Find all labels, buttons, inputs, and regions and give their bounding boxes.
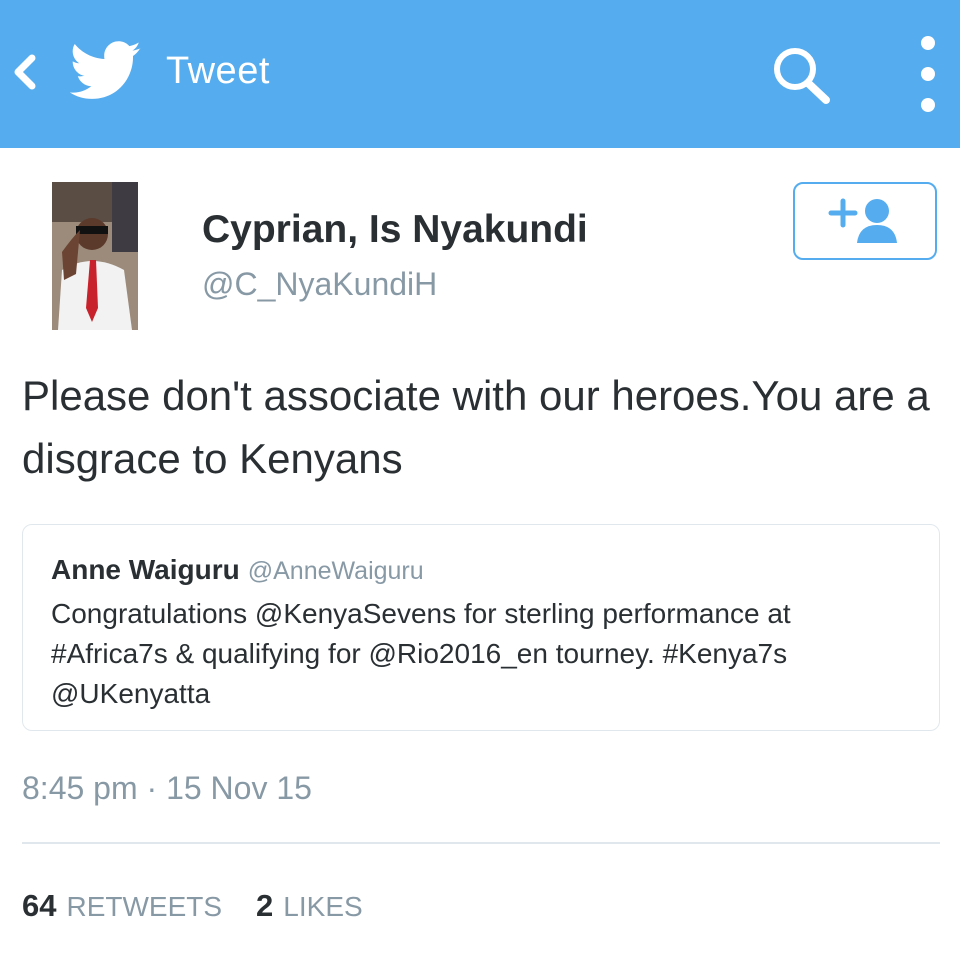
- more-options-button[interactable]: [910, 36, 946, 112]
- engagement-stats: 64 RETWEETS 2 LIKES: [22, 888, 363, 924]
- author-name[interactable]: Cyprian, Is Nyakundi: [202, 208, 588, 252]
- add-user-icon: [828, 198, 897, 243]
- search-icon: [774, 48, 830, 104]
- quoted-author-handle: @AnneWaiguru: [247, 557, 424, 585]
- author-handle[interactable]: @C_NyaKundiH: [202, 266, 437, 303]
- divider: [22, 842, 940, 844]
- retweets-stat[interactable]: 64 RETWEETS: [22, 888, 222, 924]
- quoted-tweet-card[interactable]: Anne Waiguru @AnneWaiguru Congratulations…: [22, 524, 940, 731]
- chevron-left-icon: [14, 54, 36, 90]
- likes-stat[interactable]: 2 LIKES: [256, 888, 363, 924]
- follow-button[interactable]: [793, 182, 937, 260]
- likes-label: LIKES: [283, 891, 363, 922]
- page-title: Tweet: [166, 50, 270, 92]
- tweet-text: Please don't associate with our heroes.Y…: [22, 372, 930, 482]
- top-app-bar: Tweet: [0, 0, 960, 148]
- back-button[interactable]: [6, 50, 42, 94]
- search-button[interactable]: [770, 44, 834, 106]
- avatar-photo: [52, 182, 138, 330]
- twitter-bird-icon: [70, 41, 141, 99]
- avatar[interactable]: [52, 182, 138, 330]
- tweet-timestamp: 8:45 pm · 15 Nov 15: [22, 770, 312, 806]
- likes-count: 2: [256, 888, 274, 923]
- more-vertical-icon: [921, 36, 935, 50]
- quoted-tweet-header: Anne Waiguru @AnneWaiguru: [51, 553, 911, 588]
- quoted-tweet-text: Congratulations @KenyaSevens for sterlin…: [51, 598, 791, 709]
- retweets-label: RETWEETS: [66, 891, 223, 922]
- quoted-author-name: Anne Waiguru: [51, 554, 240, 585]
- retweets-count: 64: [22, 888, 57, 923]
